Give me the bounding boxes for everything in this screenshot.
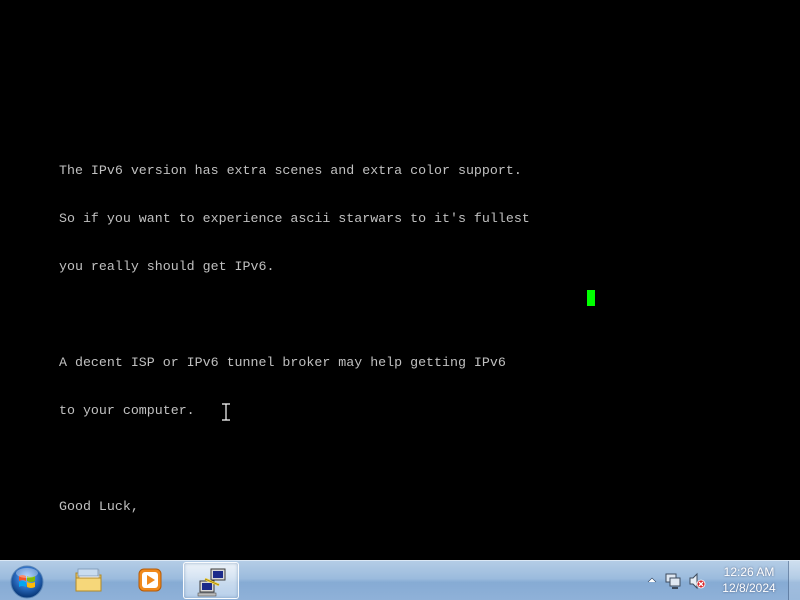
clock-time: 12:26 AM <box>723 565 775 579</box>
terminal-line: you really should get IPv6. <box>59 259 275 274</box>
clock-date: 12/8/2024 <box>722 581 776 595</box>
taskbar-putty-button[interactable] <box>183 562 239 599</box>
network-icon[interactable] <box>664 572 682 590</box>
ibeam-cursor-icon <box>222 403 230 421</box>
terminal-line: So if you want to experience ascii starw… <box>59 211 530 226</box>
terminal-window[interactable]: The IPv6 version has extra scenes and ex… <box>0 0 800 560</box>
taskbar-clock[interactable]: 12:26 AM 12/8/2024 <box>713 564 785 596</box>
show-desktop-button[interactable] <box>788 561 800 600</box>
start-button[interactable] <box>4 562 50 600</box>
desktop-screen: The IPv6 version has extra scenes and ex… <box>0 0 800 600</box>
show-hidden-icons-chevron-icon[interactable] <box>647 576 657 584</box>
media-player-icon <box>138 568 162 592</box>
volume-muted-icon[interactable] <box>688 572 706 590</box>
terminal-cursor <box>587 290 595 306</box>
taskbar: 12:26 AM 12/8/2024 <box>0 560 800 600</box>
windows-logo-icon <box>10 565 44 599</box>
terminal-line: Good Luck, <box>59 499 139 514</box>
terminal-line: The IPv6 version has extra scenes and ex… <box>59 163 522 178</box>
taskbar-windows-explorer-button[interactable] <box>61 562 117 599</box>
taskbar-media-player-button[interactable] <box>122 562 178 599</box>
putty-icon <box>197 568 226 597</box>
terminal-line: A decent ISP or IPv6 tunnel broker may h… <box>59 355 506 370</box>
terminal-line: to your computer. <box>59 403 195 418</box>
folder-icon <box>75 568 102 592</box>
terminal-output: The IPv6 version has extra scenes and ex… <box>59 131 530 547</box>
